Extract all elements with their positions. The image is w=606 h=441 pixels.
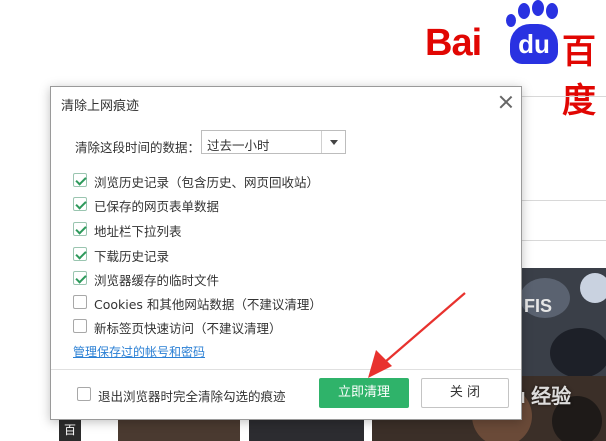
paw-toe-3 bbox=[546, 3, 558, 19]
clear-now-button[interactable]: 立即清理 bbox=[319, 378, 409, 408]
footer-divider bbox=[51, 369, 521, 370]
logo-cn-text: 百度 bbox=[562, 33, 596, 120]
time-range-label: 清除这段时间的数据： bbox=[75, 140, 201, 155]
option-label: 浏览历史记录（包含历史、网页回收站） bbox=[94, 175, 320, 190]
bg-side-label: 百 bbox=[59, 420, 81, 441]
option-label: 退出浏览器时完全清除勾选的痕迹 bbox=[98, 389, 286, 404]
option-label: 下载历史记录 bbox=[94, 249, 170, 264]
logo-du-text: du bbox=[510, 24, 558, 64]
option-label: 地址栏下拉列表 bbox=[94, 224, 182, 239]
close-button[interactable]: 关 闭 bbox=[421, 378, 509, 408]
logo-bai-text: Bai bbox=[425, 22, 482, 64]
option-label: 浏览器缓存的临时文件 bbox=[94, 273, 220, 288]
checkbox[interactable] bbox=[73, 247, 87, 261]
checkbox[interactable] bbox=[77, 387, 91, 401]
time-range-value: 过去一小时 bbox=[207, 138, 270, 153]
clear-history-dialog: 清除上网痕迹 清除这段时间的数据： 过去一小时 浏览历史记录（包含历史、网页回收… bbox=[50, 86, 522, 420]
checkbox[interactable] bbox=[73, 222, 87, 236]
option-label: 新标签页快速访问（不建议清理） bbox=[94, 321, 282, 336]
dropdown-toggle[interactable] bbox=[321, 131, 345, 153]
paw-toe-2 bbox=[532, 0, 544, 16]
checkbox[interactable] bbox=[73, 271, 87, 285]
bg-divider bbox=[522, 96, 606, 97]
chevron-down-icon bbox=[330, 140, 338, 145]
paw-toe-4 bbox=[506, 14, 516, 27]
news-image-bottom-2[interactable] bbox=[249, 420, 364, 441]
bg-divider bbox=[522, 240, 606, 241]
baidu-logo[interactable]: Bai du 百度 bbox=[420, 0, 606, 120]
option-label: Cookies 和其他网站数据（不建议清理） bbox=[94, 297, 322, 312]
checkbox[interactable] bbox=[73, 295, 87, 309]
option-label: 已保存的网页表单数据 bbox=[94, 199, 220, 214]
manage-passwords-link[interactable]: 管理保存过的帐号和密码 bbox=[73, 343, 205, 360]
bg-divider bbox=[522, 200, 606, 201]
photo-caption-text: FIS bbox=[524, 296, 553, 316]
checkbox[interactable] bbox=[73, 319, 87, 333]
time-range-dropdown[interactable]: 过去一小时 bbox=[201, 130, 346, 154]
paw-toe-1 bbox=[518, 3, 530, 19]
news-image-bottom-1[interactable] bbox=[118, 420, 240, 441]
checkbox[interactable] bbox=[73, 197, 87, 211]
dialog-title: 清除上网痕迹 bbox=[61, 99, 140, 114]
close-icon[interactable] bbox=[497, 93, 515, 111]
checkbox[interactable] bbox=[73, 173, 87, 187]
news-image-right[interactable]: FIS bbox=[510, 268, 606, 376]
